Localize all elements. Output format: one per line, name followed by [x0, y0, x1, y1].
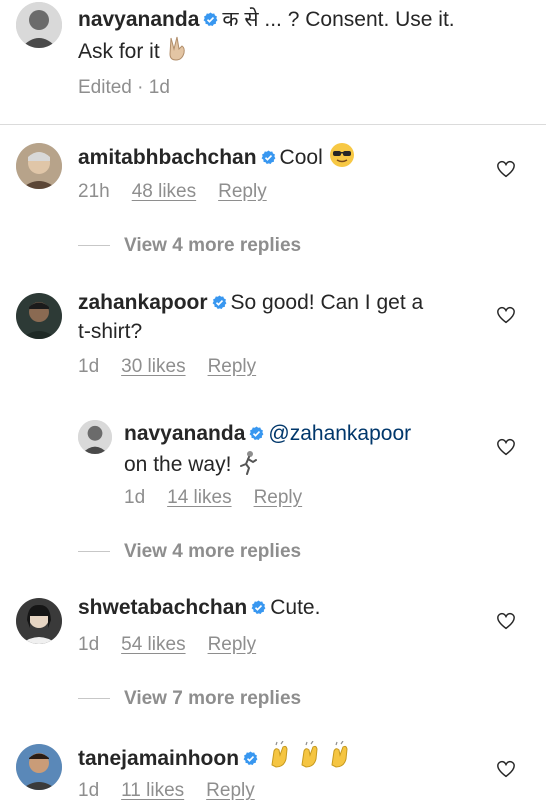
comment-2-likes[interactable]: 30 likes [121, 356, 185, 377]
comment-4-text: tanejamainhoon [78, 740, 358, 777]
view-replies-line [78, 551, 110, 553]
running-emoji [237, 449, 259, 483]
verified-badge-icon [261, 150, 276, 165]
heart-outline-icon[interactable] [496, 612, 516, 630]
comment-1-username[interactable]: amitabhbachchan [78, 146, 257, 169]
reply-time: 1d [124, 487, 146, 508]
caption-text-line2: Ask for it [78, 36, 188, 70]
comment-1-body: Cool [279, 146, 323, 169]
reply-meta: 1d 14 likes Reply [124, 486, 302, 510]
comment-2-meta: 1d 30 likes Reply [78, 355, 256, 379]
comment-1-text: amitabhbachchan Cool [78, 142, 355, 176]
comment-4-username[interactable]: tanejamainhoon [78, 747, 239, 770]
reply-username[interactable]: navyananda [124, 422, 245, 445]
verified-badge-icon [212, 295, 227, 310]
sunglasses-emoji [329, 142, 355, 176]
comment-2-text-line1: zahankapoor So good! Can I get a [78, 289, 423, 317]
comment-2-time: 1d [78, 356, 100, 377]
comment-3-username[interactable]: shwetabachchan [78, 596, 247, 619]
avatar-navyananda[interactable] [16, 2, 62, 48]
heart-outline-icon[interactable] [496, 306, 516, 324]
caption-username[interactable]: navyananda [78, 8, 199, 31]
comment-2-reply-button[interactable]: Reply [208, 356, 257, 377]
reply-mention-link[interactable]: @zahankapoor [268, 422, 411, 445]
caption-divider [0, 124, 546, 125]
victory-hand-emoji [166, 36, 188, 70]
clapping-hands-emoji [268, 740, 358, 777]
comment-3-view-more-label: View 7 more replies [124, 688, 302, 709]
comment-1-view-more-label: View 4 more replies [124, 235, 302, 256]
comment-1-meta: 21h 48 likes Reply [78, 180, 267, 204]
verified-badge-icon [249, 426, 264, 441]
comment-2-body: So good! Can I get a [230, 291, 424, 314]
caption-meta: Edited · 1d [78, 77, 170, 98]
comment-1-view-more-replies[interactable]: View 4 more replies [78, 234, 301, 258]
view-replies-line [78, 245, 110, 247]
view-replies-line [78, 698, 110, 700]
comment-4-time: 1d [78, 780, 100, 801]
comment-2-username[interactable]: zahankapoor [78, 291, 208, 314]
caption-text-line1: navyananda क से ... ? Consent. Use it. [78, 6, 455, 34]
heart-outline-icon[interactable] [496, 438, 516, 456]
comment-3-reply-button[interactable]: Reply [208, 634, 257, 655]
caption-text-2: Ask for it [78, 40, 160, 63]
reply-reply-button[interactable]: Reply [254, 487, 303, 508]
comment-1-likes[interactable]: 48 likes [132, 181, 196, 202]
avatar-tanejamainhoon[interactable] [16, 744, 62, 790]
comment-3-text: shwetabachchan Cute. [78, 594, 320, 622]
comment-2-view-more-replies[interactable]: View 4 more replies [78, 540, 301, 564]
reply-text-line1: navyananda @zahankapoor [124, 420, 411, 448]
comment-1-reply-button[interactable]: Reply [218, 181, 267, 202]
heart-outline-icon[interactable] [496, 160, 516, 178]
comment-4-reply-button[interactable]: Reply [206, 780, 255, 801]
verified-badge-icon [251, 600, 266, 615]
comment-2-view-more-label: View 4 more replies [124, 541, 302, 562]
caption-text: क से ... ? Consent. Use it. [222, 8, 455, 31]
comment-4-meta: 1d 11 likes Reply [78, 779, 255, 803]
avatar-shwetabachchan[interactable] [16, 598, 62, 644]
avatar-zahankapoor[interactable] [16, 293, 62, 339]
heart-outline-icon[interactable] [496, 760, 516, 778]
comment-3-view-more-replies[interactable]: View 7 more replies [78, 687, 301, 711]
reply-likes[interactable]: 14 likes [167, 487, 231, 508]
comment-2-text-line2: t-shirt? [78, 320, 143, 343]
comment-3-time: 1d [78, 634, 100, 655]
comment-1-time: 21h [78, 181, 110, 202]
avatar-navyananda-reply[interactable] [78, 420, 112, 454]
comment-3-likes[interactable]: 54 likes [121, 634, 185, 655]
comment-3-meta: 1d 54 likes Reply [78, 633, 256, 657]
comment-3-body: Cute. [270, 596, 321, 619]
reply-text-line2: on the way! [124, 449, 259, 483]
verified-badge-icon [203, 12, 218, 27]
reply-body: on the way! [124, 453, 232, 476]
comment-4-likes[interactable]: 11 likes [121, 780, 184, 801]
avatar-amitabhbachchan[interactable] [16, 143, 62, 189]
verified-badge-icon [243, 751, 258, 766]
